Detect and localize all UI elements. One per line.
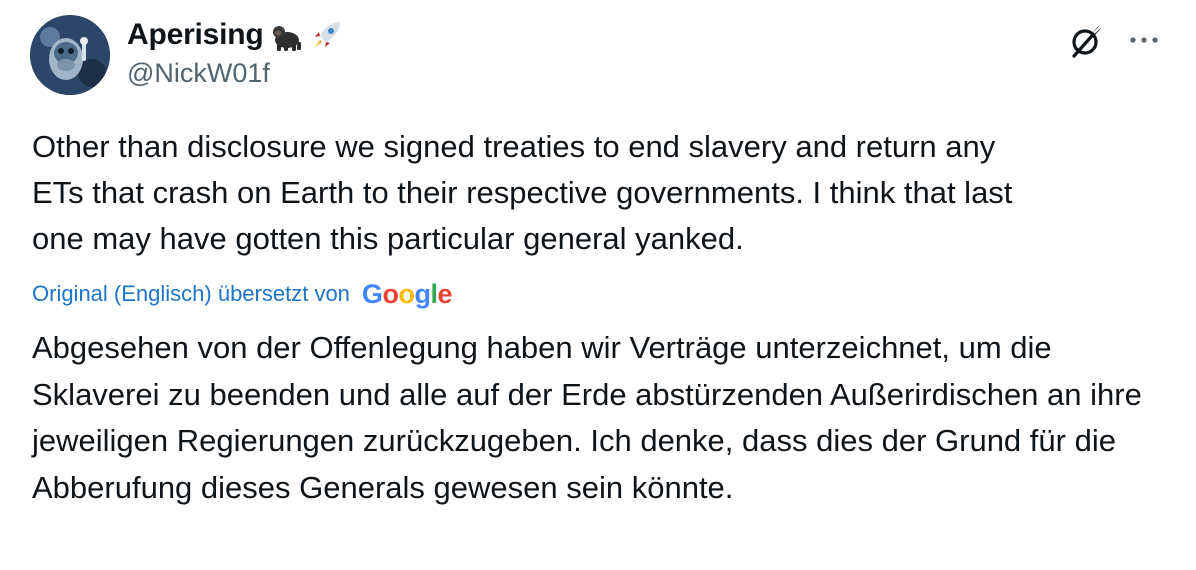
user-handle[interactable]: @NickW01f — [127, 58, 344, 89]
display-name[interactable]: Aperising — [127, 18, 264, 52]
avatar-image — [30, 15, 110, 95]
translation-attribution: Original (Englisch) übersetzt von Google — [32, 276, 452, 312]
show-original-link[interactable]: Original (Englisch) übersetzt von — [32, 281, 350, 307]
avatar[interactable] — [30, 15, 110, 95]
google-letter: g — [414, 278, 431, 309]
tweet-card: Aperising @NickW01f Other than disclosur… — [0, 0, 1196, 570]
google-logo: Google — [361, 278, 453, 310]
user-info: Aperising @NickW01f — [127, 14, 344, 89]
google-letter: e — [437, 278, 452, 309]
google-letter: G — [361, 278, 383, 309]
google-letter: o — [382, 278, 399, 309]
grok-icon[interactable] — [1066, 24, 1106, 60]
more-options-icon[interactable] — [1126, 26, 1162, 54]
google-letter: o — [398, 278, 415, 309]
translated-text: Abgesehen von der Offenlegung haben wir … — [32, 330, 1142, 505]
rocket-icon — [310, 18, 344, 52]
display-name-row: Aperising — [127, 14, 344, 56]
gorilla-icon — [270, 18, 304, 52]
tweet-text: Other than disclosure we signed treaties… — [32, 129, 1013, 256]
